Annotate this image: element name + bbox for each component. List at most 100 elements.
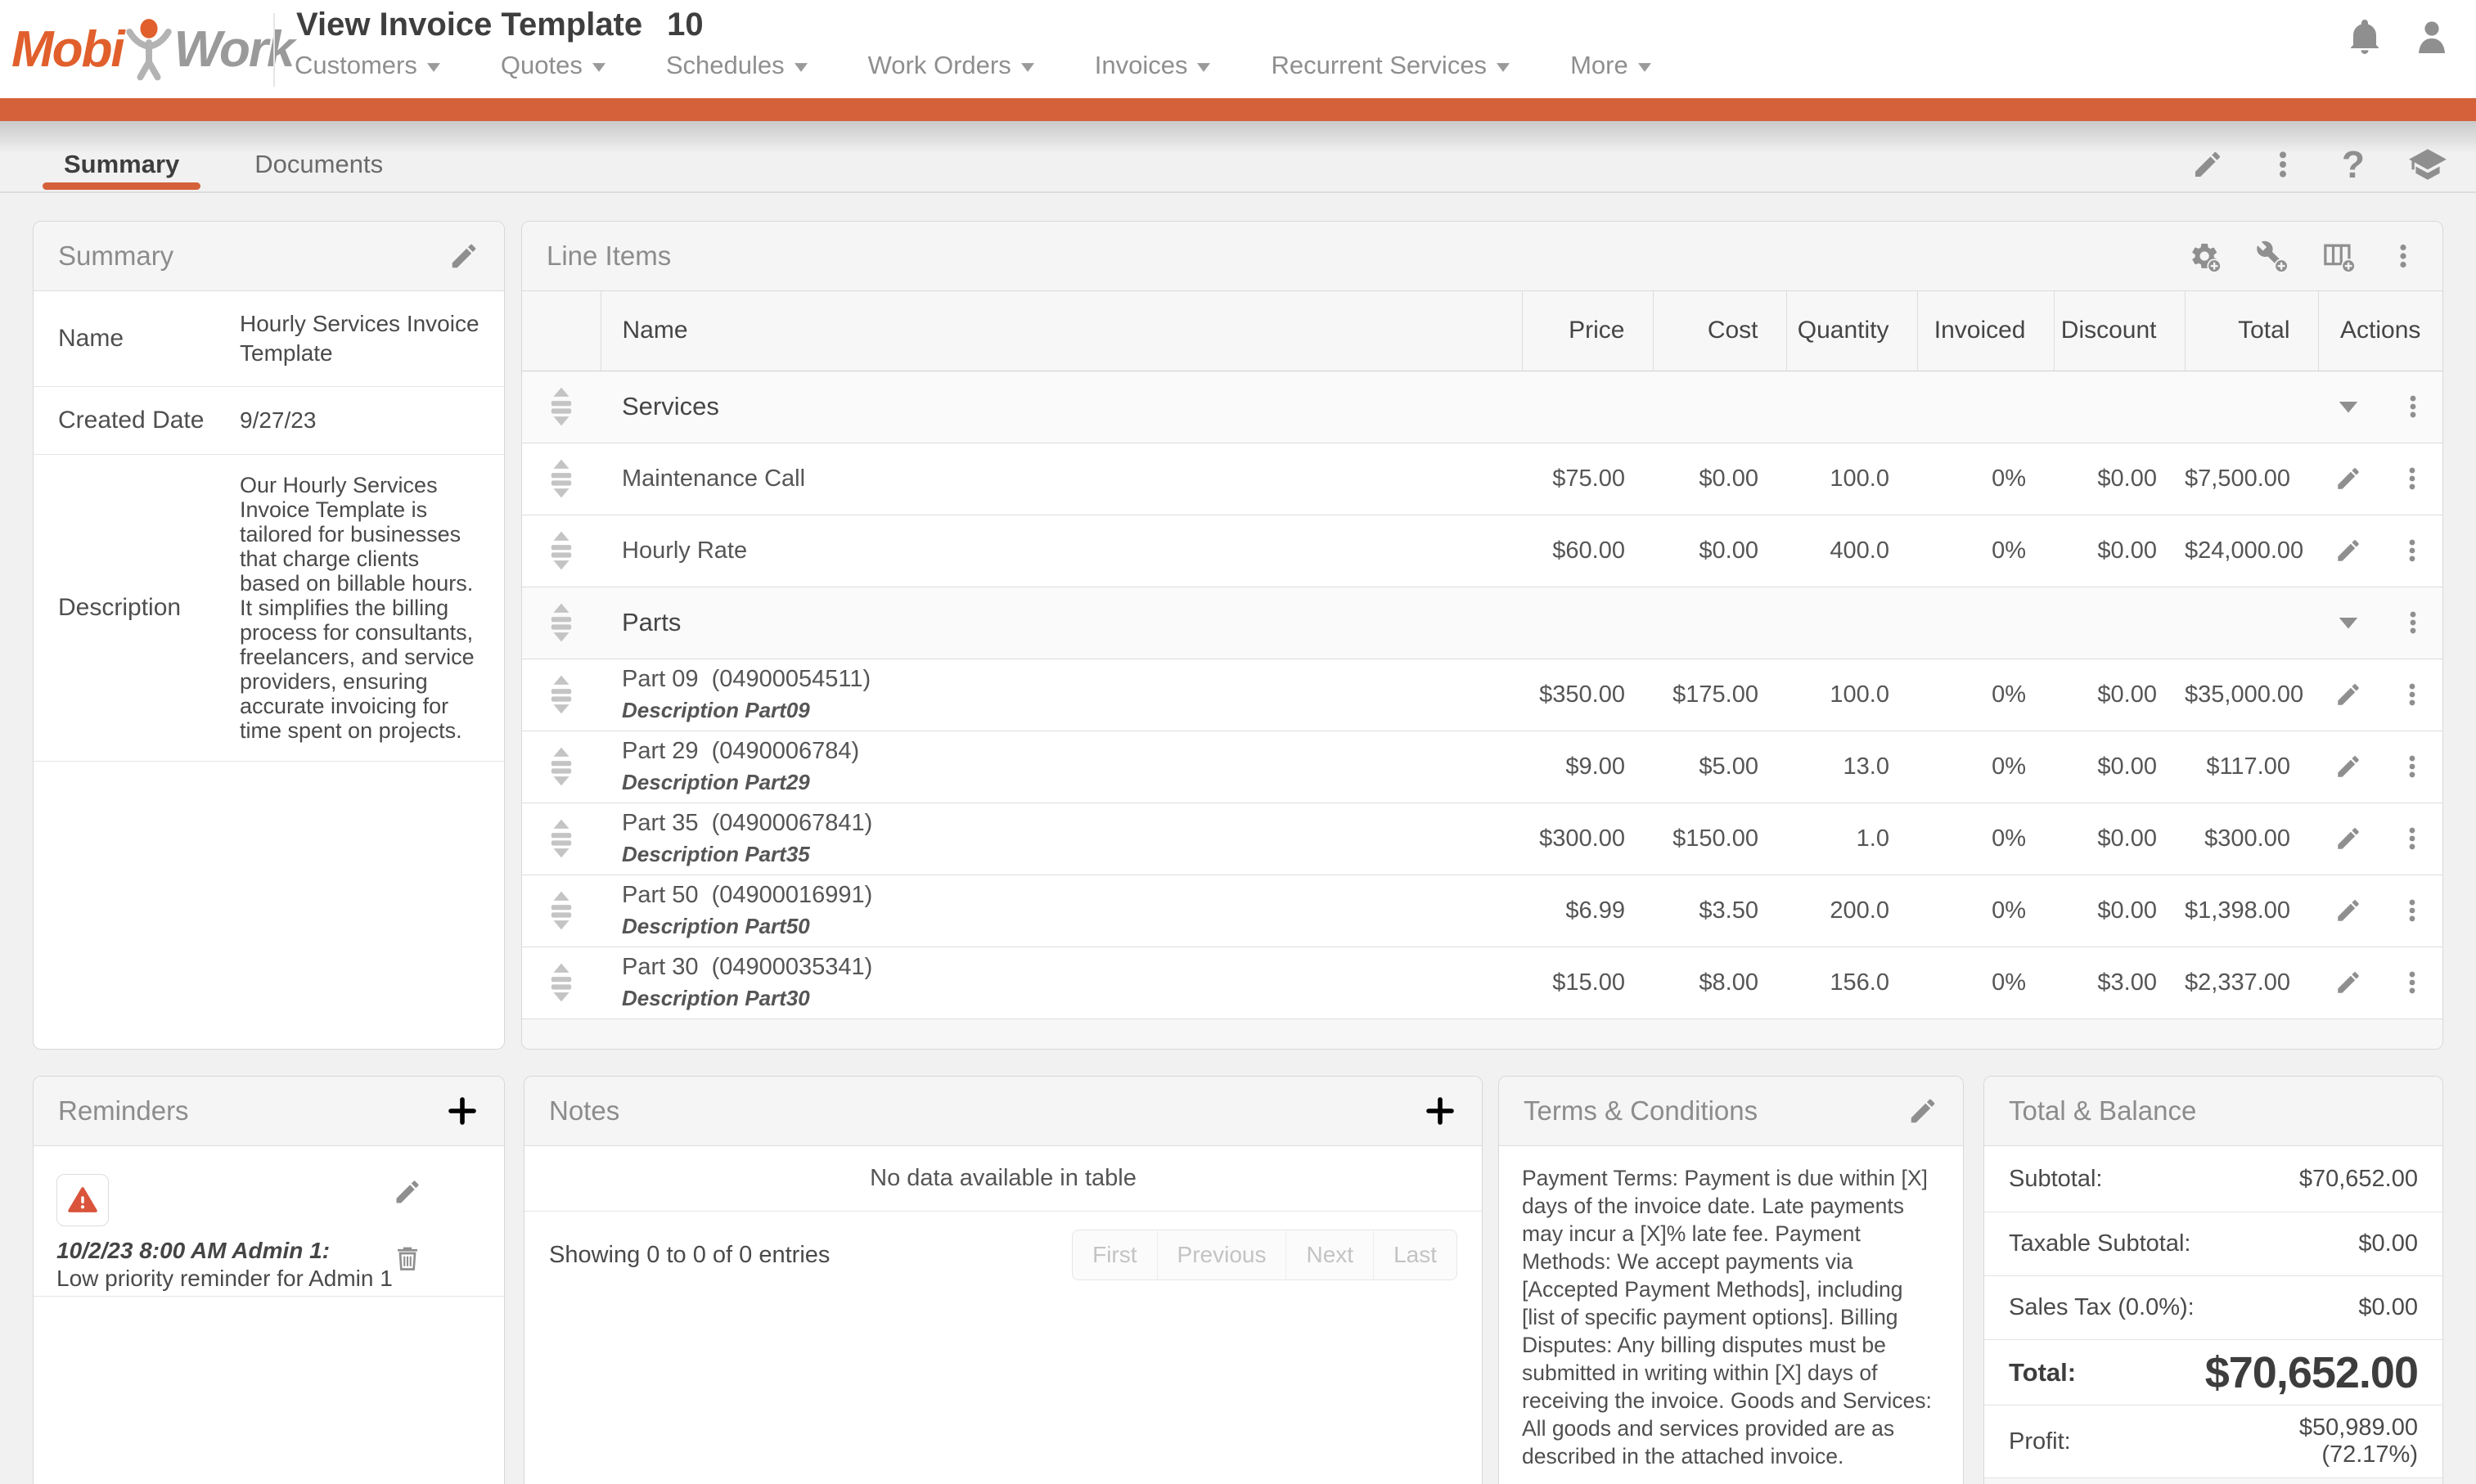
pagination-last-button[interactable]: Last: [1373, 1230, 1456, 1279]
col-header-quantity: Quantity: [1786, 291, 1917, 371]
chevron-down-icon: [795, 63, 808, 72]
tab-documents[interactable]: Documents: [233, 139, 404, 190]
nav-item-quotes[interactable]: Quotes: [501, 51, 605, 80]
cell-discount: $0.00: [2054, 803, 2185, 875]
help-icon[interactable]: ?: [2342, 148, 2365, 181]
notes-footer: Showing 0 to 0 of 0 entries First Previo…: [524, 1212, 1482, 1298]
nav-item-more[interactable]: More: [1570, 51, 1651, 80]
group-row-parts: Parts: [522, 587, 2442, 659]
pagination-previous-button[interactable]: Previous: [1157, 1230, 1286, 1279]
item-name: Part 35 (04900067841): [622, 810, 1522, 837]
row-edit-pencil-icon[interactable]: [2334, 465, 2362, 492]
reminder-edit-pencil-icon[interactable]: [393, 1177, 422, 1207]
cell-invoiced: 0%: [1917, 803, 2054, 875]
cell-invoiced: 0%: [1917, 947, 2054, 1019]
table-row: Part 29 (0490006784) Description Part29 $…: [522, 731, 2442, 803]
logo-text-mobi: Mobi: [11, 20, 124, 79]
edit-pencil-icon[interactable]: [448, 241, 479, 272]
table-row: Maintenance Call $75.00 $0.00 100.0 0% $…: [522, 443, 2442, 515]
drag-handle-icon[interactable]: [544, 889, 578, 932]
cell-invoiced: 0%: [1917, 659, 2054, 731]
row-kebab-menu-icon[interactable]: [2398, 969, 2426, 996]
cell-total: $300.00: [2185, 803, 2318, 875]
row-kebab-menu-icon[interactable]: [2398, 681, 2426, 708]
row-kebab-menu-icon[interactable]: [2398, 537, 2426, 564]
kebab-menu-icon[interactable]: [2388, 241, 2418, 271]
tutorials-graduation-cap-icon[interactable]: [2407, 144, 2448, 185]
row-edit-pencil-icon[interactable]: [2334, 537, 2362, 564]
row-edit-pencil-icon[interactable]: [2334, 969, 2362, 996]
collapse-group-icon[interactable]: [2334, 608, 2363, 637]
drag-handle-icon[interactable]: [544, 817, 578, 860]
drag-handle-icon[interactable]: [544, 529, 578, 572]
item-description: Description Part29: [622, 770, 1522, 795]
nav-item-work-orders[interactable]: Work Orders: [868, 51, 1034, 80]
totals-panel-header: Total & Balance: [1984, 1077, 2442, 1146]
row-edit-pencil-icon[interactable]: [2334, 681, 2362, 708]
table-row: Part 09 (04900054511)Description Part09 …: [522, 659, 2442, 731]
row-edit-pencil-icon[interactable]: [2334, 825, 2362, 852]
terms-panel-header: Terms & Conditions: [1499, 1077, 1963, 1146]
cell-cost: $175.00: [1653, 659, 1786, 731]
drag-handle-icon[interactable]: [544, 673, 578, 716]
item-description: Description Part50: [622, 914, 1522, 939]
row-edit-pencil-icon[interactable]: [2334, 897, 2362, 924]
view-actions: ?: [2191, 144, 2448, 185]
row-kebab-menu-icon[interactable]: [2399, 393, 2427, 420]
reminder-delete-trash-icon[interactable]: [393, 1243, 422, 1274]
cell-quantity: 400.0: [1786, 515, 1917, 587]
nav-item-schedules[interactable]: Schedules: [666, 51, 808, 80]
nav-item-invoices[interactable]: Invoices: [1095, 51, 1211, 80]
row-kebab-menu-icon[interactable]: [2398, 465, 2426, 492]
drag-handle-icon[interactable]: [544, 457, 578, 500]
pagination-next-button[interactable]: Next: [1285, 1230, 1373, 1279]
cell-invoiced: 0%: [1917, 731, 2054, 803]
kebab-menu-icon[interactable]: [2267, 148, 2299, 181]
reminder-priority-box: [56, 1174, 109, 1226]
totals-label: Profit:: [2009, 1428, 2299, 1455]
add-note-plus-icon[interactable]: [1423, 1094, 1457, 1128]
row-kebab-menu-icon[interactable]: [2398, 897, 2426, 924]
nav-item-recurrent-services[interactable]: Recurrent Services: [1271, 51, 1510, 80]
col-header-invoiced: Invoiced: [1917, 291, 2054, 371]
edit-pencil-icon[interactable]: [2191, 148, 2224, 181]
add-reminder-plus-icon[interactable]: [445, 1094, 479, 1128]
terms-panel-title: Terms & Conditions: [1524, 1095, 1758, 1126]
row-edit-pencil-icon[interactable]: [2334, 753, 2362, 780]
line-items-panel: Line Items Name Price Cost Quanti: [521, 221, 2443, 1050]
cell-total: $2,337.00: [2185, 947, 2318, 1019]
drag-handle-icon[interactable]: [544, 745, 578, 788]
row-kebab-menu-icon[interactable]: [2398, 753, 2426, 780]
row-kebab-menu-icon[interactable]: [2399, 609, 2427, 636]
field-label: Name: [58, 325, 240, 353]
col-header-discount: Discount: [2054, 291, 2185, 371]
add-service-gear-icon[interactable]: [2187, 239, 2222, 273]
pagination-first-button[interactable]: First: [1073, 1230, 1156, 1279]
collapse-group-icon[interactable]: [2334, 392, 2363, 421]
user-account-icon[interactable]: [2412, 18, 2451, 57]
notifications-bell-icon[interactable]: [2345, 18, 2384, 57]
cell-price: $300.00: [1522, 803, 1653, 875]
item-name: Part 09 (04900054511): [622, 666, 1522, 693]
logo-figure-icon: [125, 15, 173, 83]
nav-item-customers[interactable]: Customers: [295, 51, 440, 80]
add-part-tools-icon[interactable]: [2254, 239, 2289, 273]
cell-price: $9.00: [1522, 731, 1653, 803]
cell-total: $1,398.00: [2185, 875, 2318, 947]
drag-handle-icon[interactable]: [544, 961, 578, 1004]
totals-label: Total:: [2009, 1358, 2205, 1387]
cell-discount: $3.00: [2054, 947, 2185, 1019]
totals-bottom-strip: [1984, 1478, 2442, 1484]
drag-handle-icon[interactable]: [544, 385, 578, 428]
edit-pencil-icon[interactable]: [1907, 1095, 1938, 1126]
tab-summary[interactable]: Summary: [43, 139, 200, 190]
cell-discount: $0.00: [2054, 875, 2185, 947]
item-name: Part 29 (0490006784): [622, 738, 1522, 765]
page: Mobi Work View Invoice Template 10 Custo…: [0, 0, 2476, 1484]
row-kebab-menu-icon[interactable]: [2398, 825, 2426, 852]
mobiwork-logo[interactable]: Mobi Work: [11, 7, 294, 92]
drag-handle-icon[interactable]: [544, 601, 578, 644]
field-label: Description: [58, 594, 240, 622]
add-column-icon[interactable]: [2321, 239, 2356, 273]
line-items-panel-title: Line Items: [547, 241, 671, 272]
